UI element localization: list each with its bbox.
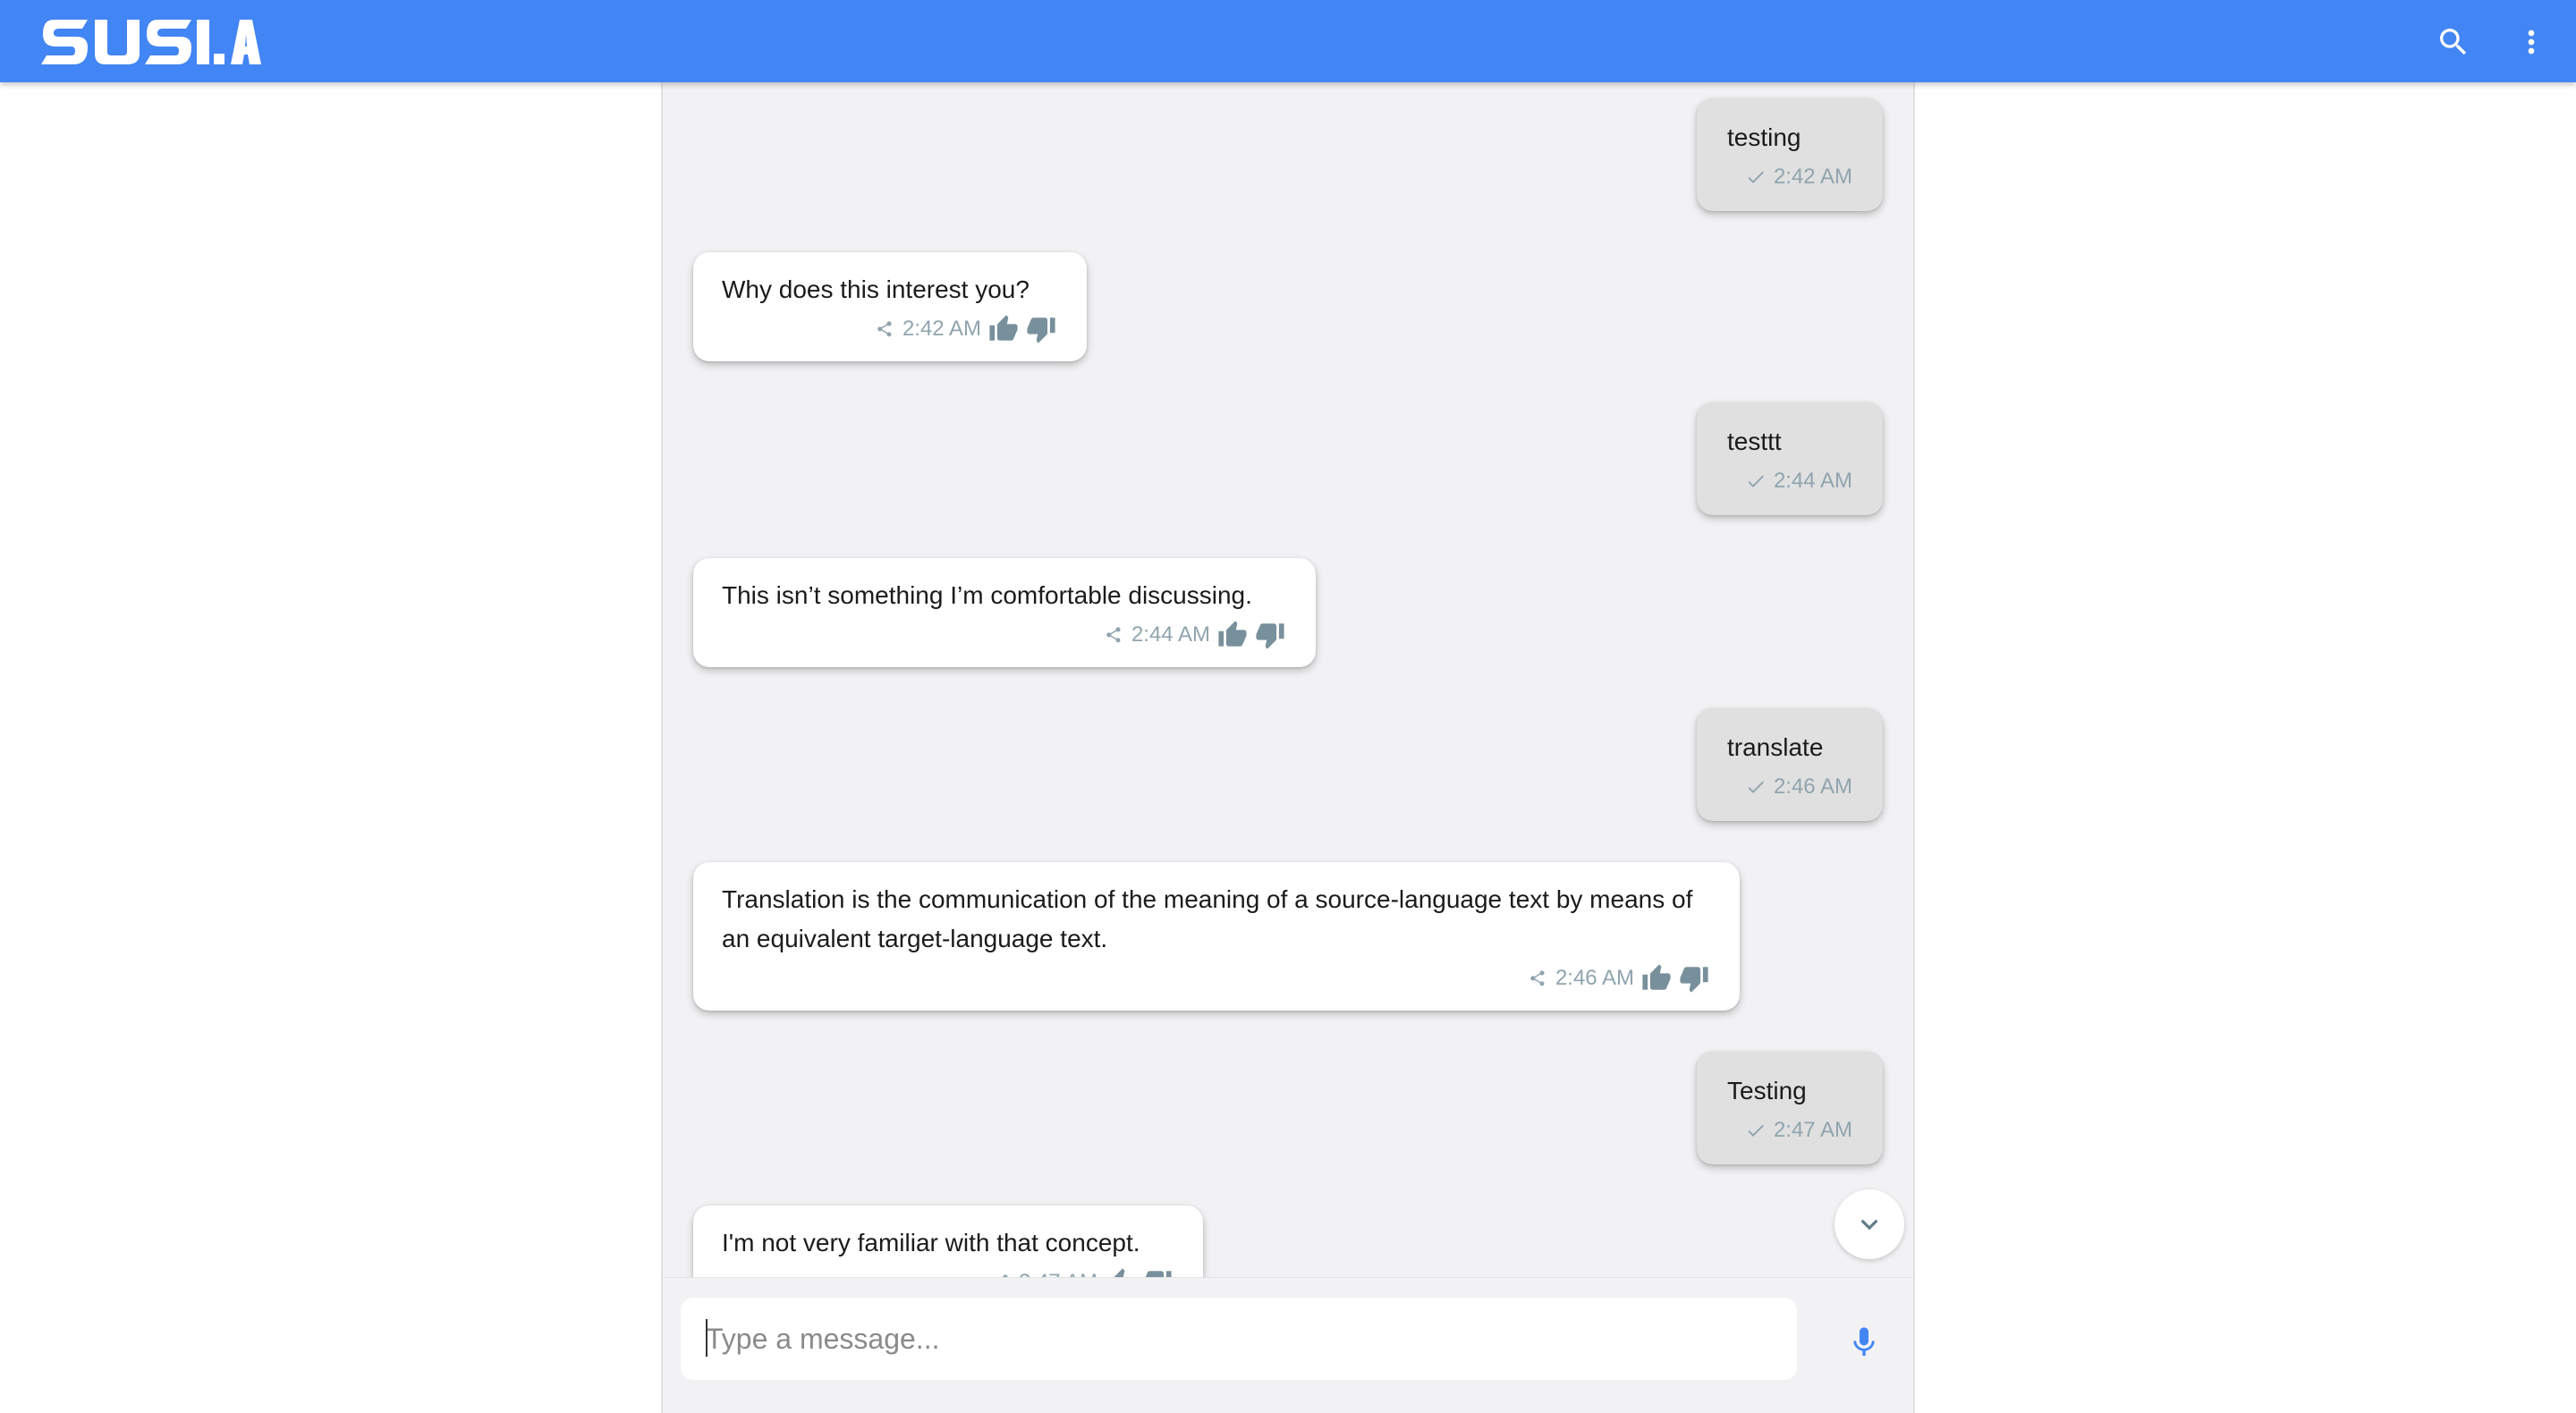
message-input[interactable] <box>681 1298 1797 1380</box>
message-text: testing <box>1727 123 1801 151</box>
message-time: 2:47 AM <box>1019 1265 1097 1277</box>
share-icon[interactable] <box>1527 968 1548 989</box>
message-meta: 2:47 AM <box>722 1265 1173 1277</box>
message-meta: 2:47 AM <box>1727 1113 1852 1148</box>
logo-graphic <box>41 20 261 64</box>
message-meta: 2:44 AM <box>1727 463 1852 499</box>
search-icon <box>2440 29 2467 55</box>
thumb-down-icon[interactable] <box>1255 620 1285 650</box>
message-composer <box>663 1277 1913 1413</box>
text-cursor <box>706 1319 708 1357</box>
user-message: Testing 2:47 AM <box>1697 1052 1883 1164</box>
message-time: 2:44 AM <box>1131 622 1210 647</box>
more-options-button[interactable] <box>2511 21 2552 63</box>
user-message: testing 2:42 AM <box>1697 98 1883 211</box>
thumb-down-icon[interactable] <box>1142 1267 1173 1277</box>
message-time: 2:44 AM <box>1773 469 1852 493</box>
voice-input-button[interactable] <box>1842 1317 1886 1367</box>
search-button[interactable] <box>2433 21 2474 63</box>
message-list[interactable]: testing 2:42 AM Why does this interest y… <box>663 82 1913 1277</box>
susi-ai-logo[interactable] <box>41 18 265 66</box>
bot-message: This isn’t something I’m comfortable dis… <box>693 558 1316 667</box>
message-time: 2:42 AM <box>1773 165 1852 189</box>
thumb-down-icon[interactable] <box>1679 963 1709 994</box>
message-meta: 2:44 AM <box>722 617 1285 653</box>
more-vert-icon <box>2528 30 2535 55</box>
message-meta: 2:42 AM <box>1727 159 1852 195</box>
message-time: 2:42 AM <box>902 317 981 341</box>
user-message: translate 2:46 AM <box>1697 708 1883 821</box>
check-icon <box>1745 470 1767 492</box>
message-text: I'm not very familiar with that concept. <box>722 1229 1140 1256</box>
bot-message: Translation is the communication of the … <box>693 862 1740 1011</box>
user-message: testtt 2:44 AM <box>1697 402 1883 515</box>
message-time: 2:46 AM <box>1555 966 1634 990</box>
thumb-up-icon[interactable] <box>988 314 1019 344</box>
chevron-down-icon <box>1860 1219 1878 1231</box>
bot-message: I'm not very familiar with that concept.… <box>693 1206 1203 1277</box>
chat-container: testing 2:42 AM Why does this interest y… <box>661 82 1915 1413</box>
thumb-up-icon[interactable] <box>1217 620 1248 650</box>
message-text: Why does this interest you? <box>722 275 1030 303</box>
scroll-to-bottom-button[interactable] <box>1835 1189 1904 1259</box>
message-time: 2:47 AM <box>1773 1118 1852 1142</box>
mic-icon <box>1853 1327 1875 1356</box>
message-meta: 2:42 AM <box>722 311 1056 347</box>
message-text: testtt <box>1727 427 1782 455</box>
check-icon <box>1745 166 1767 188</box>
message-meta: 2:46 AM <box>722 960 1709 996</box>
thumb-up-icon[interactable] <box>1105 1267 1135 1277</box>
message-text: This isn’t something I’m comfortable dis… <box>722 581 1252 609</box>
message-text: Translation is the communication of the … <box>722 885 1693 952</box>
thumb-down-icon[interactable] <box>1026 314 1056 344</box>
message-text: Testing <box>1727 1077 1807 1104</box>
message-time: 2:46 AM <box>1773 774 1852 799</box>
message-text: translate <box>1727 733 1824 761</box>
check-icon <box>1745 776 1767 798</box>
app-bar <box>0 0 2576 82</box>
check-icon <box>1745 1120 1767 1141</box>
share-icon[interactable] <box>874 318 895 340</box>
share-icon[interactable] <box>1103 624 1124 646</box>
bot-message: Why does this interest you? 2:42 AM <box>693 252 1087 361</box>
thumb-up-icon[interactable] <box>1641 963 1672 994</box>
message-meta: 2:46 AM <box>1727 769 1852 805</box>
